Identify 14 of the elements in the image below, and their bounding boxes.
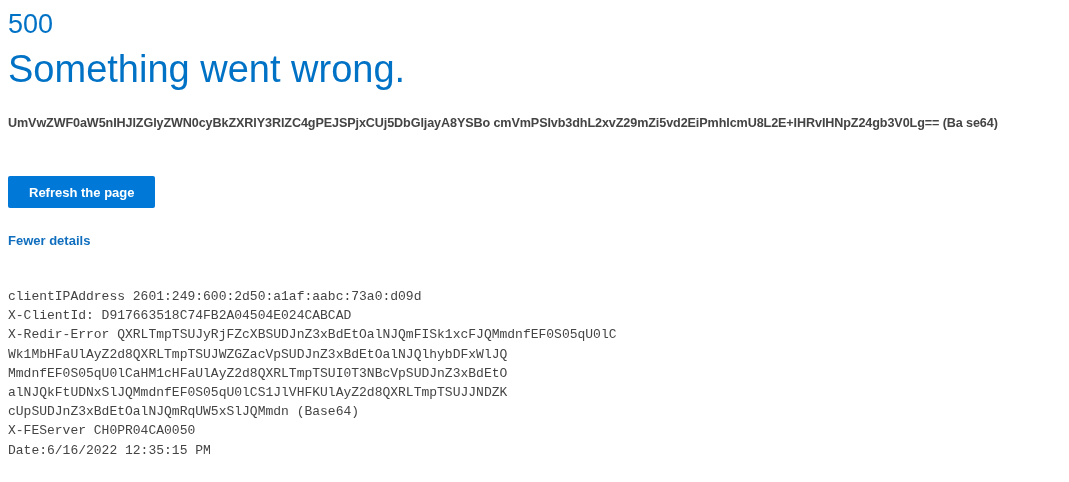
detail-line: X-FEServer CH0PR04CA0050 <box>8 422 196 441</box>
detail-line: MmdnfEF0S05qU0lCaHM1cHFaUlAyZ2d8QXRLTmpTSUI0T3NBcVpSUDJnZ3xBdEtO <box>8 364 508 383</box>
detail-line: Date:6/16/2022 12:35:15 PM <box>8 441 211 460</box>
refresh-button[interactable]: Refresh the page <box>8 176 156 208</box>
detail-line: clientIPAddress 2601:249:600:2d50:a1af:aabc:73a0:d09d <box>8 288 422 306</box>
error-title: Something went wrong. <box>8 47 406 92</box>
detail-line: cUpSUDJnZ3xBdEtOalNJQmRqUW5xSlJQMmdn (Base64) <box>8 403 360 422</box>
detail-line: X-ClientId: D917663518C74FB2A04504E024CABCAD <box>8 307 352 326</box>
detail-line: Wk1MbHFaUlAyZ2d8QXRLTmpTSUJWZGZacVpSUDJnZ3xBdEtOalNJQlhybDFxWlJQ <box>8 345 508 364</box>
fewer-details-link[interactable]: Fewer details <box>8 233 91 248</box>
detail-line: alNJQkFtUDNxSlJQMmdnfEF0S05qU0lCS1JlVHFKUlAyZ2d8QXRLTmpTSUJJNDZK <box>8 384 508 402</box>
detail-line: X-Redir-Error QXRLTmpTSUJyRjFZcXBSUDJnZ3xBdEtOalNJQmFISk1xcFJQMmdnfEF0S05qU0lC <box>8 326 617 345</box>
error-message: UmVwZWF0aW5nIHJlZGlyZWN0cyBkZXRlY3RlZC4gPEJSPjxCUj5DbGljayA8YSBo cmVmPSIvb3dhL2xvZ29mZi5vd2EiPmhlcmU8L2E+IHRvIHNpZ24gb3V0Lg== (Ba se64) <box>8 116 998 130</box>
status-code: 500 <box>8 8 54 41</box>
